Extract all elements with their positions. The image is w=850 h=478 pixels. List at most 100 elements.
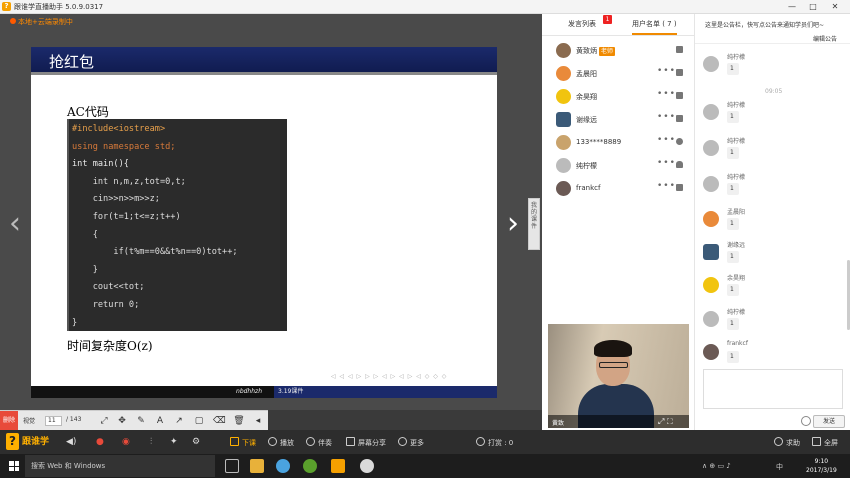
message-author: frankcf bbox=[727, 340, 748, 347]
trash-tool-icon[interactable]: 🗑 bbox=[233, 415, 245, 427]
webcam-controls-icon[interactable]: ⤢ ⛶ bbox=[658, 417, 673, 427]
maximize-button[interactable]: □ bbox=[807, 1, 819, 13]
user-row[interactable]: frankcf ••• bbox=[550, 178, 688, 200]
announcement-bar: 这里是公告栏，快写点公告来通知学员们吧~ 编辑公告 bbox=[695, 14, 850, 44]
more-options-icon[interactable]: ••• bbox=[657, 66, 676, 76]
more-options-icon[interactable]: ••• bbox=[657, 135, 676, 145]
file-explorer-icon[interactable] bbox=[250, 459, 264, 473]
user-row[interactable]: 133****8889 ••• bbox=[550, 132, 688, 154]
play-button[interactable]: 播放 bbox=[268, 437, 294, 448]
arrow-tool-icon[interactable]: ↗ bbox=[173, 415, 185, 427]
chat-message: 纯柠檬 1 bbox=[701, 307, 847, 335]
task-view-icon[interactable] bbox=[225, 459, 239, 473]
edit-announcement-button[interactable]: 编辑公告 bbox=[813, 34, 837, 43]
chrome-icon[interactable] bbox=[276, 459, 290, 473]
avatar bbox=[556, 181, 571, 196]
prev-slide-button[interactable]: ‹ bbox=[6, 209, 24, 239]
avatar bbox=[556, 158, 571, 173]
windows-icon bbox=[676, 69, 683, 76]
tab-users[interactable]: 用户名单 ( 7 ) bbox=[632, 19, 677, 35]
emoji-icon[interactable] bbox=[801, 416, 811, 426]
minimize-button[interactable]: — bbox=[786, 1, 798, 13]
browser-icon[interactable] bbox=[303, 459, 317, 473]
avatar bbox=[556, 89, 571, 104]
help-button[interactable]: 求助 bbox=[774, 437, 800, 448]
pen-tool-icon[interactable]: ✎ bbox=[135, 415, 147, 427]
more-options-icon[interactable]: ••• bbox=[657, 89, 676, 99]
code-line: return 0; bbox=[72, 299, 140, 310]
chat-message: 纯柠檬 1 bbox=[701, 100, 847, 128]
code-line: } bbox=[72, 317, 78, 328]
user-row[interactable]: 谢缘远 ••• bbox=[550, 109, 688, 131]
mixer-icon[interactable]: ⫶ bbox=[150, 437, 152, 448]
help-icon bbox=[774, 437, 783, 446]
more-options-icon[interactable]: ••• bbox=[657, 112, 676, 122]
tips-label: 打赏 : 0 bbox=[488, 439, 514, 447]
camera-icon[interactable]: ◉ bbox=[122, 437, 130, 448]
windows-icon bbox=[676, 92, 683, 99]
my-courseware-tab[interactable]: 我的课件 bbox=[528, 198, 540, 250]
shape-tool-icon[interactable]: ▢ bbox=[193, 415, 205, 427]
clock[interactable]: 9:10 2017/3/19 bbox=[806, 457, 837, 475]
message-bubble: 1 bbox=[727, 111, 739, 123]
settings-icon[interactable]: ⚙ bbox=[192, 437, 200, 448]
avatar bbox=[556, 135, 571, 150]
code-line: using namespace std; bbox=[72, 141, 176, 152]
accompaniment-button[interactable]: 伴奏 bbox=[306, 437, 332, 448]
next-slide-button[interactable]: › bbox=[504, 209, 522, 239]
tips-icon bbox=[476, 437, 485, 446]
move-tool-icon[interactable]: ✥ bbox=[116, 415, 128, 427]
page-number-input[interactable]: 11 bbox=[45, 416, 62, 426]
microphone-icon[interactable]: ● bbox=[96, 437, 104, 448]
fullscreen-icon bbox=[812, 437, 821, 446]
app-logo-icon: ? bbox=[2, 2, 11, 11]
avatar bbox=[703, 344, 719, 360]
speaker-icon[interactable]: ◀) bbox=[66, 437, 76, 448]
chat-input[interactable] bbox=[703, 369, 843, 409]
end-class-label: 下课 bbox=[242, 439, 256, 447]
screen-share-button[interactable]: 屏幕分享 bbox=[346, 437, 386, 448]
taskbar-search[interactable]: 搜索 Web 和 Windows bbox=[25, 455, 215, 477]
screen-share-icon bbox=[346, 437, 355, 446]
code-line: if(t%m==0&&t%n==0)tot++; bbox=[72, 247, 238, 258]
collapse-toolbar-icon[interactable]: ◂ bbox=[252, 415, 264, 427]
ime-indicator[interactable]: 中 bbox=[776, 462, 783, 472]
end-class-icon bbox=[230, 437, 239, 446]
slide-nav-controls[interactable]: ◁ ◁ ◁ ▷ ▷ ▷ ◁ ▷ ◁ ▷ ◁ ◇ ◇ ◇ bbox=[331, 373, 447, 380]
more-options-icon[interactable]: ••• bbox=[657, 181, 676, 191]
tools-icon[interactable]: ✦ bbox=[170, 437, 178, 448]
play-icon bbox=[268, 437, 277, 446]
person-hair bbox=[594, 340, 632, 357]
message-bubble: 1 bbox=[727, 251, 739, 263]
slide-footer-section: 3.19课件 bbox=[278, 388, 304, 395]
message-author: 纯柠檬 bbox=[727, 138, 746, 145]
gensee-app-icon[interactable] bbox=[331, 459, 345, 473]
tray-icons[interactable]: ∧ ⊕ ▭ ♪ bbox=[702, 462, 731, 470]
select-tool-icon[interactable]: ⤢ bbox=[98, 415, 110, 427]
delete-page-button[interactable]: 删除 bbox=[0, 411, 18, 431]
user-row[interactable]: 黄致炳 老师 bbox=[550, 40, 688, 62]
user-name: 纯柠檬 bbox=[576, 162, 597, 170]
close-button[interactable]: ✕ bbox=[829, 1, 841, 13]
user-row[interactable]: 余昊翔 ••• bbox=[550, 86, 688, 108]
windows-start-icon[interactable] bbox=[9, 461, 19, 471]
more-icon bbox=[398, 437, 407, 446]
chat-message: 谢缘远 1 bbox=[701, 240, 847, 268]
windows-icon bbox=[676, 46, 683, 53]
end-class-button[interactable]: 下课 bbox=[230, 437, 256, 448]
glasses bbox=[599, 362, 628, 368]
teacher-webcam[interactable]: 黄致 ⤢ ⛶ bbox=[548, 324, 689, 428]
user-row[interactable]: 纯柠檬 ••• bbox=[550, 155, 688, 177]
app-icon[interactable] bbox=[360, 459, 374, 473]
whiteboard-toolbar: 删除 视觉 11 / 143 ⤢ ✥ ✎ A ↗ ▢ ⌫ 🗑 ◂ bbox=[0, 410, 268, 431]
more-button[interactable]: 更多 bbox=[398, 437, 424, 448]
fullscreen-button[interactable]: 全屏 bbox=[812, 437, 838, 448]
tab-speakers[interactable]: 发言列表 bbox=[568, 19, 596, 29]
send-button[interactable]: 发送 bbox=[813, 415, 845, 428]
code-line: } bbox=[72, 264, 98, 275]
more-options-icon[interactable]: ••• bbox=[657, 158, 676, 168]
text-tool-icon[interactable]: A bbox=[154, 415, 166, 427]
user-row[interactable]: 孟晨阳 ••• bbox=[550, 63, 688, 85]
chat-message: 纯柠檬 1 bbox=[701, 136, 847, 164]
eraser-tool-icon[interactable]: ⌫ bbox=[213, 415, 226, 427]
